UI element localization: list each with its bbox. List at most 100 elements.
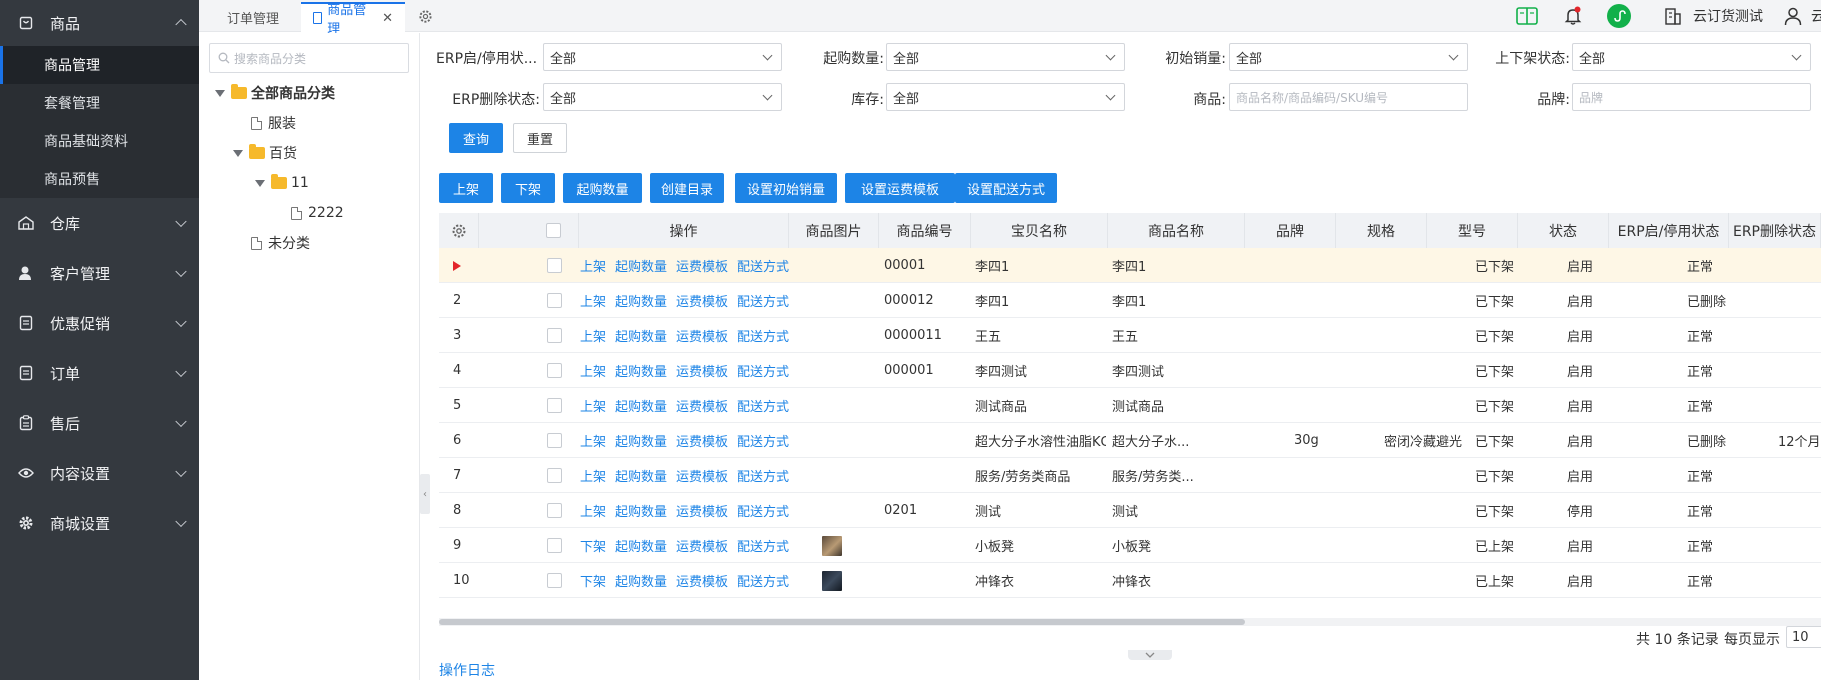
expand-bottom-handle[interactable] [1128, 650, 1172, 660]
menu-group-after-sales[interactable]: 售后 [0, 398, 199, 448]
table-row[interactable]: 4 上架 起购数量 运费模板 配送方式 000001 李四测试 李四测试 已下架 启用 正常 [439, 353, 1821, 388]
row-min-purchase-link[interactable]: 起购数量 [615, 361, 667, 380]
horizontal-scrollbar[interactable] [439, 618, 1821, 626]
scrollbar-thumb[interactable] [439, 619, 1245, 625]
row-shipping-template-link[interactable]: 运费模板 [676, 256, 728, 275]
min-purchase-select[interactable]: 全部 [886, 43, 1125, 71]
submenu-item-product-management[interactable]: 商品管理 [0, 46, 199, 84]
row-shipping-template-link[interactable]: 运费模板 [676, 396, 728, 415]
take-off-shelf-button[interactable]: 下架 [501, 173, 555, 203]
row-delivery-method-link[interactable]: 配送方式 [737, 501, 789, 520]
tree-node-uncategorized[interactable]: 未分类 [251, 233, 310, 253]
tab-settings-gear-icon[interactable] [415, 6, 435, 26]
row-min-purchase-link[interactable]: 起购数量 [615, 396, 667, 415]
category-search-input[interactable]: 搜索商品分类 [209, 43, 409, 73]
table-row[interactable]: 7 上架 起购数量 运费模板 配送方式 服务/劳务类商品 服务/劳务类... 已下架 启用 正常 [439, 458, 1821, 493]
user-icon[interactable] [1781, 4, 1805, 28]
row-delivery-method-link[interactable]: 配送方式 [737, 291, 789, 310]
row-shipping-template-link[interactable]: 运费模板 [676, 501, 728, 520]
set-delivery-method-button[interactable]: 设置配送方式 [955, 173, 1057, 203]
row-checkbox[interactable] [546, 538, 562, 553]
row-shelf-toggle-link[interactable]: 上架 [580, 256, 606, 275]
reset-button[interactable]: 重置 [513, 123, 567, 153]
caret-down-icon[interactable] [233, 149, 243, 157]
row-delivery-method-link[interactable]: 配送方式 [737, 396, 789, 415]
tree-node-clothing[interactable]: 服装 [251, 113, 296, 133]
row-checkbox[interactable] [546, 503, 562, 518]
user-name[interactable]: 云 [1811, 6, 1821, 26]
stool-thumbnail[interactable] [822, 535, 842, 556]
row-min-purchase-link[interactable]: 起购数量 [615, 431, 667, 450]
row-min-purchase-link[interactable]: 起购数量 [615, 256, 667, 275]
set-initial-sales-button[interactable]: 设置初始销量 [735, 173, 837, 203]
listing-status-select[interactable]: 全部 [1572, 43, 1811, 71]
row-shelf-toggle-link[interactable]: 上架 [580, 396, 606, 415]
operation-log-link[interactable]: 操作日志 [439, 660, 495, 680]
menu-group-content-settings[interactable]: 内容设置 [0, 448, 199, 498]
brand-input[interactable]: 品牌 [1572, 83, 1811, 111]
tree-node-general-goods[interactable]: 百货 [233, 143, 297, 163]
help-book-icon[interactable] [1515, 4, 1539, 28]
row-checkbox[interactable] [546, 293, 562, 308]
row-min-purchase-link[interactable]: 起购数量 [615, 571, 667, 590]
column-settings-gear-icon[interactable] [439, 213, 479, 248]
table-row[interactable]: 8 上架 起购数量 运费模板 配送方式 0201 测试 测试 已下架 停用 正常 [439, 493, 1821, 528]
tree-node-11[interactable]: 11 [255, 173, 309, 193]
caret-down-icon[interactable] [215, 89, 225, 97]
row-shelf-toggle-link[interactable]: 上架 [580, 501, 606, 520]
row-delivery-method-link[interactable]: 配送方式 [737, 571, 789, 590]
row-shipping-template-link[interactable]: 运费模板 [676, 431, 728, 450]
menu-group-mall-settings[interactable]: 商城设置 [0, 498, 199, 548]
tab-product-management[interactable]: 商品管理 ✕ [301, 2, 405, 37]
table-row[interactable]: 6 上架 起购数量 运费模板 配送方式 超大分子水溶性油脂KG 超大分子水... 30g 密闭冷… [439, 423, 1821, 458]
table-row[interactable]: 3 上架 起购数量 运费模板 配送方式 0000011 王五 王五 已下架 启用 正常 [439, 318, 1821, 353]
row-delivery-method-link[interactable]: 配送方式 [737, 431, 789, 450]
row-shipping-template-link[interactable]: 运费模板 [676, 536, 728, 555]
set-shipping-template-button[interactable]: 设置运费模板 [845, 173, 955, 203]
row-min-purchase-link[interactable]: 起购数量 [615, 291, 667, 310]
table-row[interactable]: 2 上架 起购数量 运费模板 配送方式 000012 李四1 李四1 已下架 启用 已删除 [439, 283, 1821, 318]
row-min-purchase-link[interactable]: 起购数量 [615, 501, 667, 520]
row-checkbox[interactable] [546, 573, 562, 588]
submenu-item-package-management[interactable]: 套餐管理 [0, 84, 199, 122]
bell-icon[interactable] [1561, 4, 1585, 28]
row-shipping-template-link[interactable]: 运费模板 [676, 361, 728, 380]
menu-group-promotion[interactable]: 优惠促销 [0, 298, 199, 348]
row-delivery-method-link[interactable]: 配送方式 [737, 256, 789, 275]
row-checkbox[interactable] [546, 468, 562, 483]
menu-group-warehouse[interactable]: 仓库 [0, 198, 199, 248]
row-delivery-method-link[interactable]: 配送方式 [737, 466, 789, 485]
menu-group-order[interactable]: 订单 [0, 348, 199, 398]
query-button[interactable]: 查询 [449, 123, 503, 153]
erp-status-select[interactable]: 全部 [543, 43, 782, 71]
row-min-purchase-link[interactable]: 起购数量 [615, 466, 667, 485]
menu-group-customer[interactable]: 客户管理 [0, 248, 199, 298]
row-checkbox[interactable] [546, 398, 562, 413]
row-min-purchase-link[interactable]: 起购数量 [615, 536, 667, 555]
row-delivery-method-link[interactable]: 配送方式 [737, 361, 789, 380]
row-min-purchase-link[interactable]: 起购数量 [615, 326, 667, 345]
jacket-thumbnail[interactable] [822, 570, 842, 591]
table-row[interactable]: 上架 起购数量 运费模板 配送方式 00001 李四1 李四1 已下架 启用 正常 [439, 248, 1821, 283]
tab-order-management[interactable]: 订单管理 [215, 2, 301, 32]
product-search-input[interactable]: 商品名称/商品编码/SKU编号 [1229, 83, 1468, 111]
row-shipping-template-link[interactable]: 运费模板 [676, 466, 728, 485]
row-checkbox[interactable] [546, 433, 562, 448]
row-shelf-toggle-link[interactable]: 上架 [580, 466, 606, 485]
stock-select[interactable]: 全部 [886, 83, 1125, 111]
row-delivery-method-link[interactable]: 配送方式 [737, 536, 789, 555]
row-shipping-template-link[interactable]: 运费模板 [676, 326, 728, 345]
submenu-item-product-basic-info[interactable]: 商品基础资料 [0, 122, 199, 160]
min-purchase-button[interactable]: 起购数量 [563, 173, 642, 203]
create-catalog-button[interactable]: 创建目录 [650, 173, 724, 203]
row-checkbox[interactable] [546, 258, 562, 273]
tree-node-all-categories[interactable]: 全部商品分类 [215, 83, 335, 103]
store-name[interactable]: 云订货测试 [1693, 6, 1763, 26]
row-shipping-template-link[interactable]: 运费模板 [676, 291, 728, 310]
table-row[interactable]: 10 下架 起购数量 运费模板 配送方式 冲锋衣 冲锋衣 已上架 启用 正常 [439, 563, 1821, 598]
menu-group-goods[interactable]: 商品 [0, 0, 199, 46]
table-row[interactable]: 9 下架 起购数量 运费模板 配送方式 小板凳 小板凳 已上架 启用 正常 [439, 528, 1821, 563]
row-shelf-toggle-link[interactable]: 上架 [580, 361, 606, 380]
table-row[interactable]: 5 上架 起购数量 运费模板 配送方式 测试商品 测试商品 已下架 启用 正常 [439, 388, 1821, 423]
close-icon[interactable]: ✕ [382, 11, 393, 26]
